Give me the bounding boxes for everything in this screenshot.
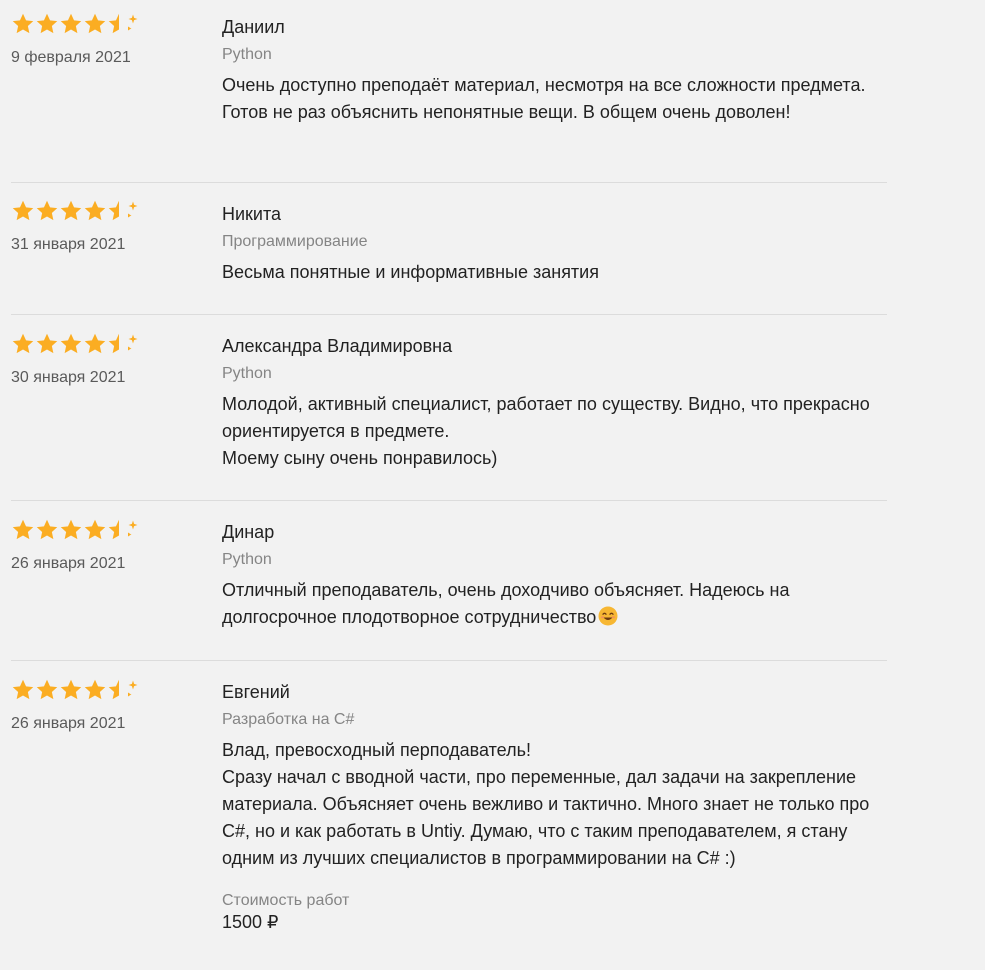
review-text-content: Отличный преподаватель, очень доходчиво … [222, 580, 790, 627]
review-subject: Python [222, 46, 272, 63]
review-meta: 26 января 2021 [11, 501, 222, 660]
sparkle-icon [128, 199, 144, 223]
star-icon [59, 199, 83, 223]
star-icon [83, 332, 107, 356]
review-meta: 26 января 2021 [11, 661, 222, 970]
review-body: Даниил Python Очень доступно преподаёт м… [222, 0, 887, 182]
cost-value: 1500 ₽ [222, 912, 279, 932]
review-date: 31 января 2021 [11, 236, 126, 253]
review-date: 30 января 2021 [11, 369, 126, 386]
review-text: Молодой, активный специалист, работает п… [222, 394, 870, 468]
star-icon [11, 199, 35, 223]
star-icon [83, 12, 107, 36]
review-item: 9 февраля 2021 Даниил Python Очень досту… [11, 0, 887, 183]
review-date: 9 февраля 2021 [11, 49, 131, 66]
review-item: 26 января 2021 Динар Python Отличный пре… [11, 501, 887, 661]
star-icon [35, 518, 59, 542]
star-rating [11, 12, 222, 36]
review-subject: Программирование [222, 233, 368, 250]
star-icon [35, 332, 59, 356]
review-meta: 31 января 2021 [11, 183, 222, 314]
review-author: Евгений [222, 682, 290, 702]
review-meta: 9 февраля 2021 [11, 0, 222, 182]
star-icon [11, 678, 35, 702]
star-icon [83, 518, 107, 542]
review-body: Никита Программирование Весьма понятные … [222, 183, 887, 314]
review-date: 26 января 2021 [11, 715, 126, 732]
sparkle-icon [128, 332, 144, 356]
review-item: 30 января 2021 Александра Владимировна P… [11, 315, 887, 501]
review-body: Евгений Разработка на C# Влад, превосход… [222, 661, 887, 970]
star-icon [35, 199, 59, 223]
star-icon [11, 332, 35, 356]
review-item: 31 января 2021 Никита Программирование В… [11, 183, 887, 315]
star-icon [35, 678, 59, 702]
star-icon [59, 678, 83, 702]
star-rating [11, 199, 222, 223]
review-author: Даниил [222, 17, 285, 37]
reviews-list: 9 февраля 2021 Даниил Python Очень досту… [11, 0, 887, 970]
star-rating [11, 332, 222, 356]
star-icon [83, 199, 107, 223]
sparkle-icon [128, 678, 144, 702]
review-subject: Python [222, 365, 272, 382]
review-subject: Разработка на C# [222, 711, 355, 728]
star-icon [35, 12, 59, 36]
star-icon [59, 518, 83, 542]
star-icon [83, 678, 107, 702]
smiling-face-icon [598, 606, 618, 626]
cost-label: Стоимость работ [222, 892, 350, 909]
star-icon [59, 332, 83, 356]
review-text: Очень доступно преподаёт материал, несмо… [222, 75, 866, 122]
star-icon [11, 518, 35, 542]
sparkle-icon [128, 12, 144, 36]
sparkle-icon [128, 518, 144, 542]
review-author: Никита [222, 204, 282, 224]
review-text: Отличный преподаватель, очень доходчиво … [222, 577, 887, 631]
review-author: Александра Владимировна [222, 336, 453, 356]
review-body: Александра Владимировна Python Молодой, … [222, 315, 887, 500]
review-body: Динар Python Отличный преподаватель, оче… [222, 501, 887, 660]
star-icon [59, 12, 83, 36]
review-subject: Python [222, 551, 272, 568]
review-text: Влад, превосходный перподаватель! Сразу … [222, 740, 870, 868]
review-item: 26 января 2021 Евгений Разработка на C# … [11, 661, 887, 970]
review-meta: 30 января 2021 [11, 315, 222, 500]
review-author: Динар [222, 522, 275, 542]
review-date: 26 января 2021 [11, 555, 126, 572]
star-rating [11, 518, 222, 542]
review-text: Весьма понятные и информативные занятия [222, 262, 599, 282]
star-rating [11, 678, 222, 702]
star-icon [11, 12, 35, 36]
